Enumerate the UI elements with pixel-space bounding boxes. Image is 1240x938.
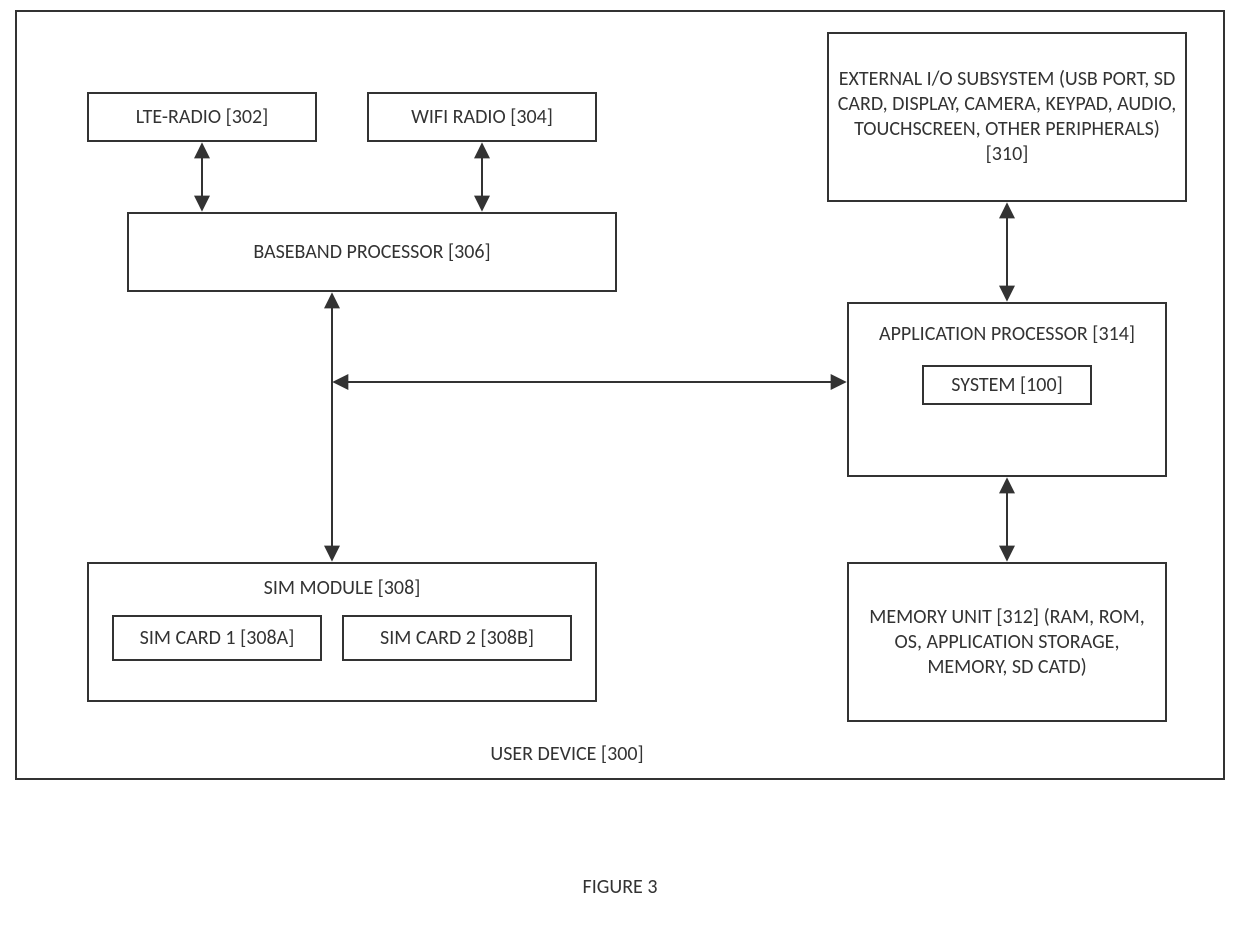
block-label: BASEBAND PROCESSOR [306] <box>253 240 490 265</box>
block-label: WIFI RADIO [304] <box>411 105 553 130</box>
figure-caption: FIGURE 3 <box>470 875 770 899</box>
block-label: LTE-RADIO [302] <box>136 105 269 130</box>
block-system: SYSTEM [100] <box>922 365 1092 405</box>
block-memory-unit: MEMORY UNIT [312] (RAM, ROM, OS, APPLICA… <box>847 562 1167 722</box>
block-wifi-radio: WIFI RADIO [304] <box>367 92 597 142</box>
block-sim-card-1: SIM CARD 1 [308A] <box>112 615 322 661</box>
block-label: APPLICATION PROCESSOR [314] <box>879 322 1135 347</box>
block-label: SIM CARD 1 [308A] <box>140 626 295 651</box>
device-caption: USER DEVICE [300] <box>417 742 717 766</box>
block-label: EXTERNAL I/O SUBSYSTEM (USB PORT, SD CAR… <box>837 67 1177 167</box>
block-baseband-processor: BASEBAND PROCESSOR [306] <box>127 212 617 292</box>
block-lte-radio: LTE-RADIO [302] <box>87 92 317 142</box>
block-label: SIM CARD 2 [308B] <box>380 626 534 651</box>
caption-text: FIGURE 3 <box>583 875 658 899</box>
block-sim-card-2: SIM CARD 2 [308B] <box>342 615 572 661</box>
block-sim-module: SIM MODULE [308] SIM CARD 1 [308A] SIM C… <box>87 562 597 702</box>
block-label: SYSTEM [100] <box>951 373 1062 398</box>
block-label: MEMORY UNIT [312] (RAM, ROM, OS, APPLICA… <box>857 605 1157 680</box>
diagram-frame: LTE-RADIO [302] WIFI RADIO [304] BASEBAN… <box>15 10 1225 780</box>
caption-text: USER DEVICE [300] <box>490 742 643 766</box>
block-label: SIM MODULE [308] <box>264 576 421 601</box>
block-application-processor: APPLICATION PROCESSOR [314] SYSTEM [100] <box>847 302 1167 477</box>
block-external-io: EXTERNAL I/O SUBSYSTEM (USB PORT, SD CAR… <box>827 32 1187 202</box>
